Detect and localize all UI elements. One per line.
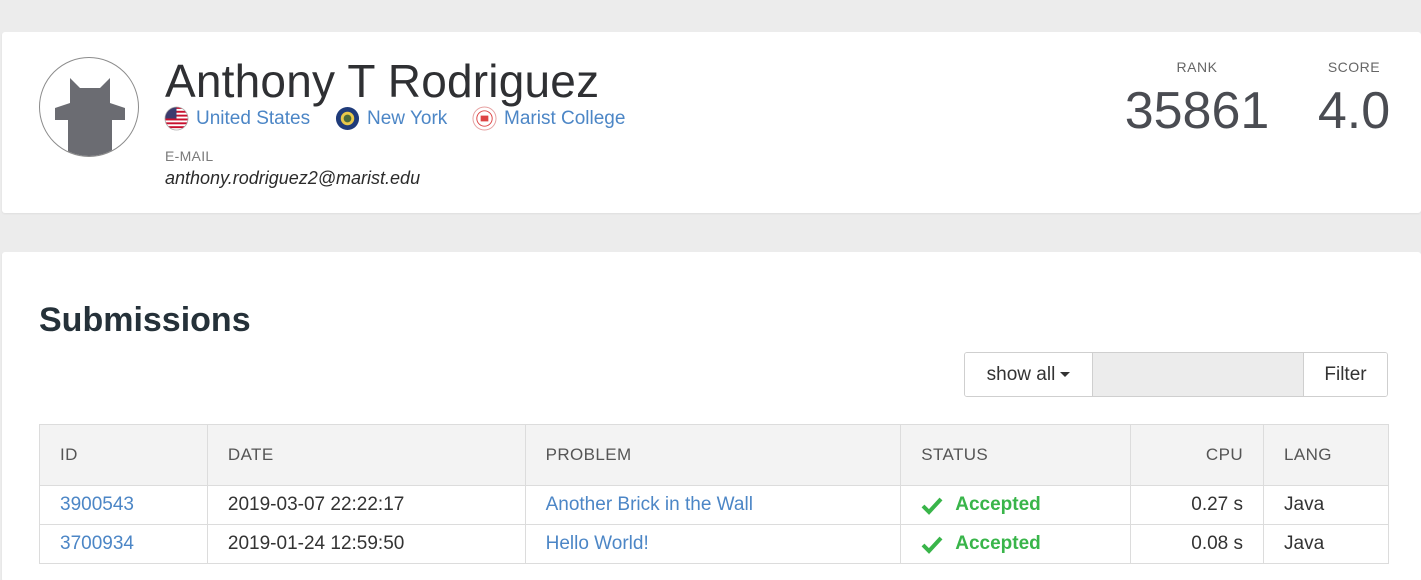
caret-down-icon: [1060, 372, 1071, 377]
dropdown-label: show all: [986, 363, 1056, 385]
submission-date: 2019-01-24 12:59:50: [206, 524, 526, 564]
profile-card: Anthony T Rodriguez United States New Yo…: [2, 32, 1421, 213]
submissions-card: Submissions show all Filter ID DATE PROB…: [2, 252, 1421, 580]
submission-id-link[interactable]: 3900543: [60, 494, 134, 515]
marist-college-logo-icon: [472, 106, 497, 131]
column-header-status[interactable]: STATUS: [900, 424, 1132, 486]
column-header-lang[interactable]: LANG: [1263, 424, 1389, 486]
status-badge: Accepted: [921, 494, 1110, 516]
table-header-row: ID DATE PROBLEM STATUS CPU LANG: [39, 424, 1389, 486]
cat-silhouette-icon: [55, 78, 125, 156]
status-label: Accepted: [955, 533, 1041, 554]
cpu-time: 0.08 s: [1130, 524, 1265, 564]
problem-link[interactable]: Another Brick in the Wall: [546, 494, 753, 515]
affiliation-country-label: United States: [196, 107, 311, 129]
score-stat: SCORE 4.0: [1312, 59, 1396, 141]
checkmark-icon: [921, 497, 943, 515]
table-row: 3900543 2019-03-07 22:22:17 Another Bric…: [39, 485, 1389, 525]
email-value: anthony.rodriguez2@marist.edu: [165, 168, 421, 188]
affiliation-state-link[interactable]: New York: [335, 106, 447, 131]
profile-name: Anthony T Rodriguez: [165, 55, 600, 107]
column-header-id[interactable]: ID: [39, 424, 208, 486]
rank-label: RANK: [1176, 59, 1218, 75]
table-row: 3700934 2019-01-24 12:59:50 Hello World!…: [39, 524, 1389, 564]
filter-button[interactable]: Filter: [1304, 353, 1387, 396]
score-value: 4.0: [1317, 82, 1391, 140]
filter-bar: show all Filter: [964, 352, 1388, 397]
new-york-seal-icon: [335, 106, 360, 131]
column-header-cpu[interactable]: CPU: [1130, 424, 1265, 486]
affiliation-school-link[interactable]: Marist College: [472, 106, 625, 131]
language: Java: [1263, 524, 1389, 564]
score-label: SCORE: [1327, 59, 1381, 75]
submissions-table: ID DATE PROBLEM STATUS CPU LANG 3900543 …: [39, 424, 1389, 564]
language: Java: [1263, 485, 1389, 525]
submission-id-link[interactable]: 3700934: [60, 533, 134, 554]
avatar: [39, 57, 139, 157]
rank-value: 35861: [1124, 82, 1270, 140]
filter-input[interactable]: [1093, 353, 1304, 396]
submissions-title: Submissions: [39, 301, 251, 339]
status-badge: Accepted: [921, 533, 1110, 555]
affiliation-country-link[interactable]: United States: [164, 106, 310, 131]
status-label: Accepted: [955, 494, 1041, 515]
rank-stat: RANK 35861: [1122, 59, 1272, 141]
column-header-problem[interactable]: PROBLEM: [524, 424, 902, 486]
column-header-date[interactable]: DATE: [206, 424, 526, 486]
show-all-dropdown[interactable]: show all: [965, 353, 1093, 396]
affiliation-state-label: New York: [367, 107, 448, 129]
us-flag-icon: [164, 106, 189, 131]
problem-link[interactable]: Hello World!: [546, 533, 649, 554]
submission-date: 2019-03-07 22:22:17: [206, 485, 526, 525]
affiliation-school-label: Marist College: [504, 107, 626, 129]
cpu-time: 0.27 s: [1130, 485, 1265, 525]
checkmark-icon: [921, 536, 943, 554]
email-label: E-MAIL: [165, 148, 214, 164]
